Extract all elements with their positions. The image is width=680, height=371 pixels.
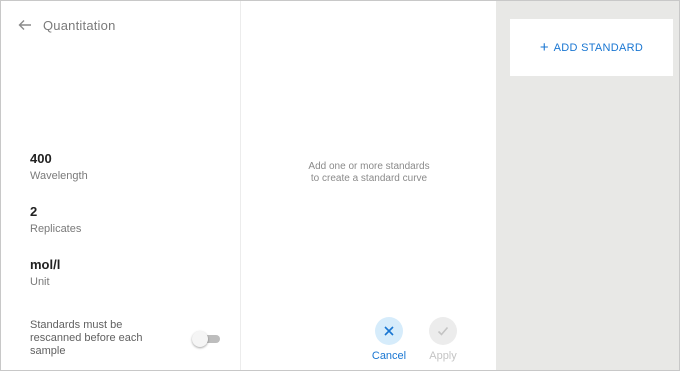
standards-list-panel: + ADD STANDARD [496, 1, 679, 370]
replicates-value: 2 [30, 204, 38, 219]
arrow-left-icon [18, 20, 31, 30]
empty-state-message: Add one or more standards to create a st… [242, 161, 496, 185]
unit-value: mol/l [30, 257, 61, 272]
rescan-toggle[interactable] [192, 330, 222, 347]
standards-panel: Add one or more standards to create a st… [242, 1, 496, 370]
apply-circle [429, 317, 457, 345]
replicates-label: Replicates [30, 223, 82, 235]
add-standard-label: ADD STANDARD [553, 41, 644, 54]
cancel-circle [375, 317, 403, 345]
empty-state-line-1: Add one or more standards [308, 161, 430, 172]
apply-label: Apply [429, 350, 457, 362]
unit-field[interactable]: mol/l Unit [30, 257, 60, 288]
apply-button[interactable]: Apply [420, 317, 466, 362]
wavelength-field[interactable]: 400 Wavelength [30, 151, 88, 182]
back-button[interactable] [13, 13, 37, 37]
close-icon [384, 326, 394, 336]
cancel-button[interactable]: Cancel [366, 317, 412, 362]
dialog-actions: Cancel Apply [366, 317, 466, 362]
settings-panel: Quantitation 400 Wavelength 2 Replicates… [1, 1, 241, 370]
plus-icon: + [539, 39, 549, 56]
header: Quantitation [13, 13, 116, 37]
wavelength-label: Wavelength [30, 170, 88, 182]
check-icon [437, 326, 449, 336]
add-standard-button[interactable]: + ADD STANDARD [510, 19, 673, 76]
replicates-field[interactable]: 2 Replicates [30, 204, 81, 235]
cancel-label: Cancel [371, 350, 407, 362]
rescan-toggle-row: Standards must be rescanned before each … [30, 319, 230, 358]
rescan-toggle-label: Standards must be rescanned before each … [30, 319, 143, 357]
page-title: Quantitation [43, 17, 116, 33]
quantitation-dialog: Quantitation 400 Wavelength 2 Replicates… [0, 0, 680, 371]
toggle-knob [192, 330, 208, 347]
wavelength-value: 400 [30, 151, 52, 166]
empty-state-line-2: to create a standard curve [310, 173, 428, 184]
unit-label: Unit [30, 276, 50, 288]
